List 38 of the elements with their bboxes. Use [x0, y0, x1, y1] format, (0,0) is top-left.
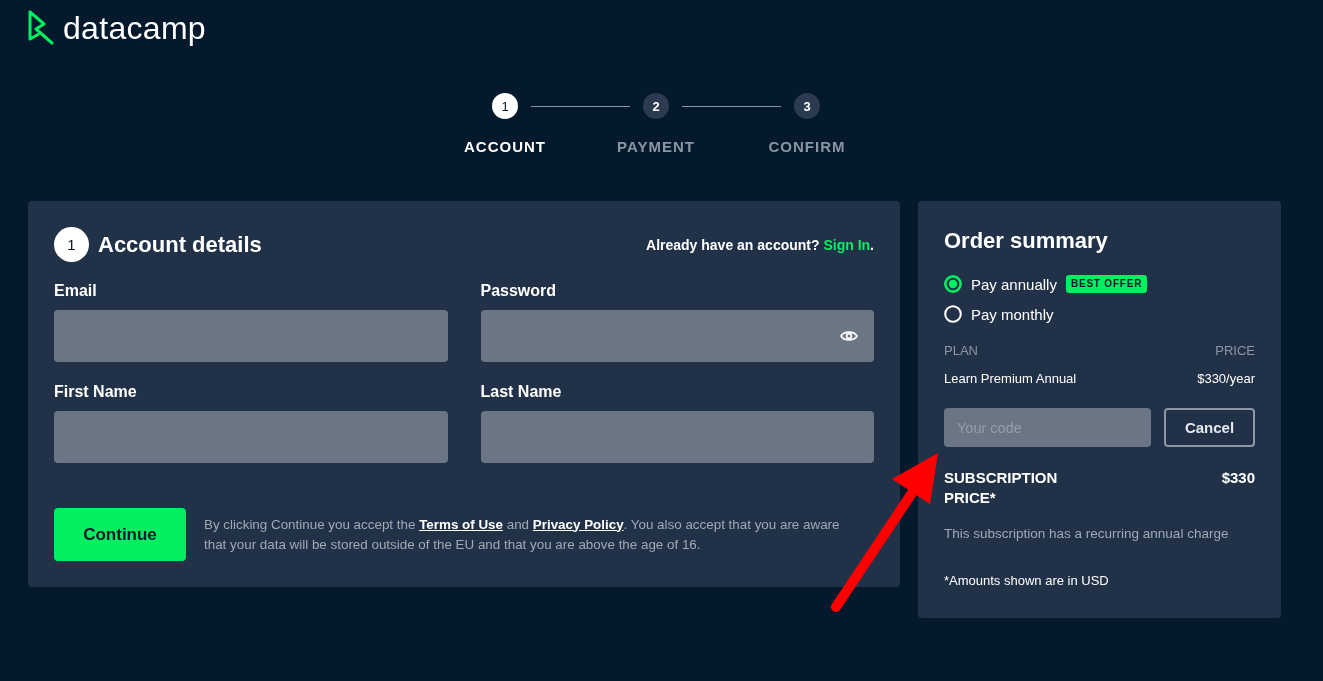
logo-wordmark[interactable]: datacamp — [63, 10, 206, 46]
cancel-button[interactable]: Cancel — [1164, 408, 1255, 447]
table-cell: $330/year — [1197, 370, 1255, 388]
field-label: Password — [480, 282, 558, 300]
radio-icon[interactable] — [944, 275, 962, 293]
step-number: 2 — [643, 93, 669, 119]
legal-link[interactable]: Terms of Use — [419, 516, 503, 532]
summary-title: Order summary — [944, 227, 1109, 255]
total-label: SUBSCRIPTION PRICE* — [944, 468, 1059, 508]
terms-text: By clicking Continue you accept the Terms of Use and Privacy Policy. You also accept that you are aware that your data will be stored outside of the EU and that you are above the age of 16. — [204, 515, 841, 554]
step-number: 3 — [794, 93, 820, 119]
continue-button[interactable]: Continue — [54, 508, 186, 561]
sign-in-prompt: Already have an account? Sign In. — [646, 236, 874, 253]
table-cell-text: Learn Premium Annual — [944, 370, 1078, 388]
input-field[interactable] — [480, 411, 874, 463]
column-header: PLAN — [944, 342, 979, 360]
column-header: PRICE — [1214, 342, 1255, 360]
password-field[interactable] — [480, 310, 874, 362]
field-label: Email — [54, 282, 98, 300]
step-number: 1 — [54, 227, 89, 262]
step-label: ACCOUNT — [464, 139, 546, 155]
input-field[interactable] — [54, 411, 448, 463]
step-number: 1 — [492, 93, 518, 119]
legal-link[interactable]: Privacy Policy — [532, 516, 624, 532]
input-field[interactable] — [54, 310, 448, 362]
field-label: First Name — [54, 383, 138, 401]
logo-icon[interactable] — [27, 9, 55, 45]
option-label[interactable]: Pay monthly — [971, 305, 1054, 323]
currency-note: *Amounts shown are in USD — [944, 572, 1110, 590]
total-amount: $330 — [1221, 468, 1255, 488]
offer-badge: BEST OFFER — [1065, 275, 1148, 293]
step-label: CONFIRM — [768, 139, 846, 155]
eye-icon[interactable] — [840, 330, 858, 342]
option-label[interactable]: Pay annually — [971, 275, 1057, 293]
step-label: PAYMENT — [617, 139, 695, 155]
recurring-note: This subscription has a recurring annual charge — [944, 525, 1230, 543]
section-title: Account details — [98, 230, 262, 259]
field-label: Last Name — [480, 383, 563, 401]
